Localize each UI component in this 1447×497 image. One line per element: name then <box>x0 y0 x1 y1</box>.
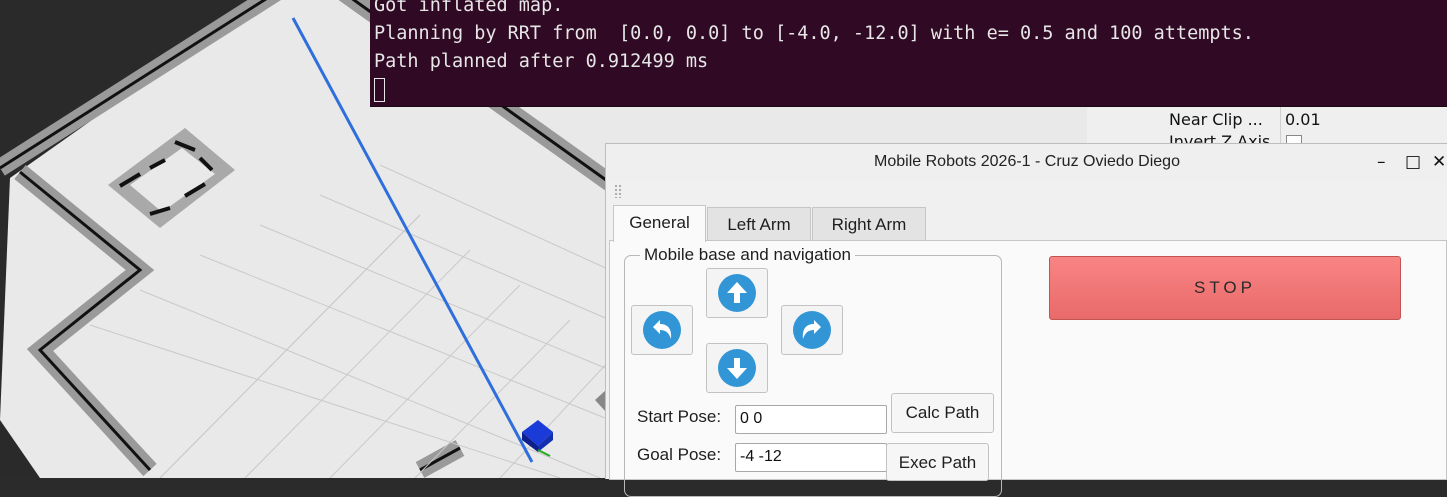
move-forward-button[interactable] <box>706 268 768 318</box>
near-clip-label: Near Clip ... <box>1169 110 1263 129</box>
property-divider <box>1280 106 1281 146</box>
terminal-line: Path planned after 0.912499 ms <box>374 51 709 72</box>
tab-right-arm[interactable]: Right Arm <box>812 207 926 240</box>
window-titlebar[interactable]: Mobile Robots 2026-1 - Cruz Oviedo Diego… <box>606 144 1447 182</box>
goal-pose-input[interactable]: -4 -12 <box>735 443 887 472</box>
terminal-line: Got inflated map. <box>374 0 564 16</box>
window-title: Mobile Robots 2026-1 - Cruz Oviedo Diego <box>874 153 1180 170</box>
mobile-robots-gui-window: Mobile Robots 2026-1 - Cruz Oviedo Diego… <box>605 143 1447 497</box>
tab-general[interactable]: General <box>613 205 706 242</box>
start-pose-label: Start Pose: <box>637 407 722 426</box>
turn-right-icon <box>793 311 831 349</box>
maximize-button[interactable]: □ <box>1405 152 1421 172</box>
stop-button[interactable]: STOP <box>1049 256 1401 320</box>
tab-left-arm[interactable]: Left Arm <box>707 207 811 240</box>
arrow-down-icon <box>718 349 756 387</box>
terminal-window[interactable]: Got inflated map. Planning by RRT from [… <box>370 0 1447 107</box>
navigation-group-title: Mobile base and navigation <box>640 245 855 265</box>
turn-left-button[interactable] <box>631 305 693 355</box>
exec-path-button[interactable]: Exec Path <box>886 443 989 481</box>
move-backward-button[interactable] <box>706 343 768 393</box>
goal-pose-label: Goal Pose: <box>637 445 722 464</box>
minimize-button[interactable]: – <box>1377 152 1386 172</box>
turn-right-button[interactable] <box>781 305 843 355</box>
close-button[interactable]: ✕ <box>1432 152 1446 172</box>
calc-path-button[interactable]: Calc Path <box>891 393 994 433</box>
near-clip-value[interactable]: 0.01 <box>1285 110 1321 129</box>
arrow-up-icon <box>718 274 756 312</box>
terminal-cursor <box>374 78 385 102</box>
start-pose-input[interactable]: 0 0 <box>735 405 887 434</box>
rviz-properties-panel: Near Clip ... 0.01 Invert Z Axis <box>1087 106 1447 151</box>
dock-grip-icon[interactable] <box>614 184 622 198</box>
terminal-line: Planning by RRT from [0.0, 0.0] to [-4.0… <box>374 23 1254 44</box>
turn-left-icon <box>643 311 681 349</box>
